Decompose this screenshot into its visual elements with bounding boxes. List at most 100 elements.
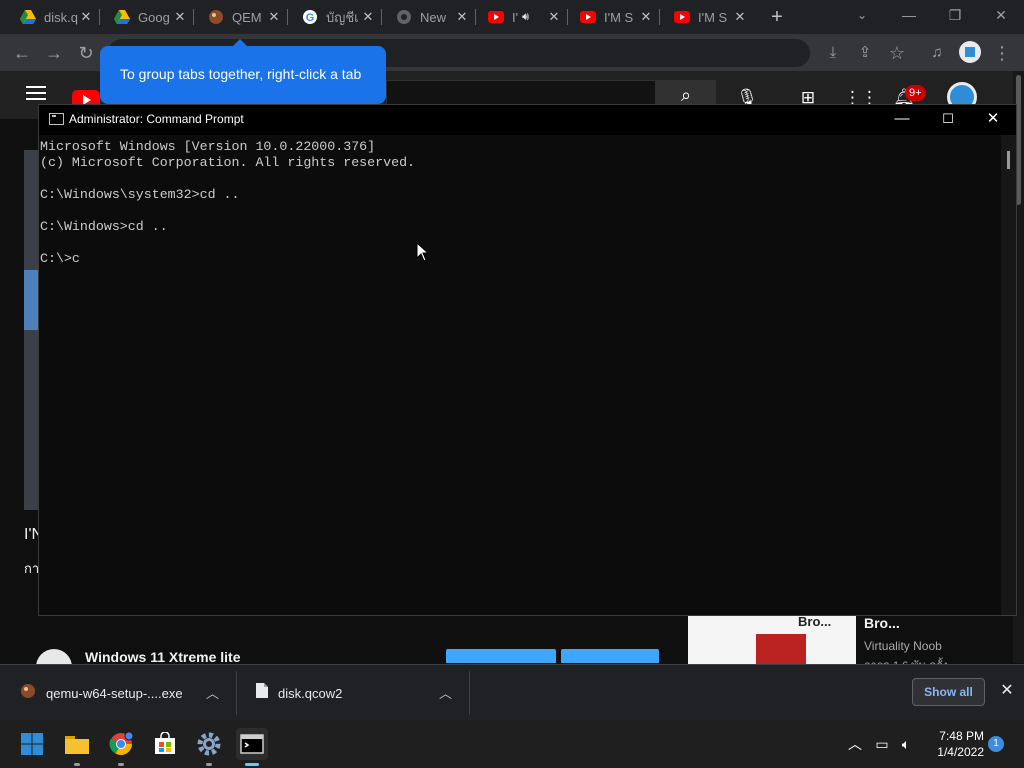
show-all-downloads-button[interactable]: Show all (912, 678, 985, 706)
speaker-icon[interactable]: 🔊︎ (522, 11, 529, 24)
recommended-video-meta: การดู 1.6 พัน ครั้ง (864, 656, 948, 664)
console-line: C:\Windows\system32>cd .. (40, 187, 240, 202)
minimize-icon[interactable]: — (886, 0, 932, 34)
youtube-icon (674, 9, 690, 25)
chevron-up-icon[interactable]: ︿ (439, 683, 452, 702)
clock-date: 1/4/2022 (937, 745, 984, 759)
terminal-icon[interactable] (236, 728, 268, 766)
tab-search-icon[interactable]: ⌄ (852, 8, 872, 26)
thumbnail-figure (756, 634, 806, 664)
console-icon (49, 113, 64, 125)
recommended-channel-name[interactable]: Virtuality Noob (864, 639, 942, 653)
settings-icon[interactable] (193, 728, 225, 766)
bookmark-star-icon[interactable]: ☆ (885, 41, 909, 65)
start-icon[interactable] (16, 728, 48, 760)
tab-title: I'M S (604, 9, 634, 25)
cmd-title-bar[interactable]: Administrator: Command Prompt — ☐ ✕ (39, 105, 1016, 135)
download-separator (469, 671, 470, 715)
share-icon[interactable]: ⇪ (853, 41, 877, 65)
chrome-icon[interactable] (105, 728, 137, 766)
running-indicator (118, 763, 124, 766)
tab-disk[interactable]: disk.q ✕ (0, 0, 100, 34)
console-line: Microsoft Windows [Version 10.0.22000.37… (40, 139, 376, 154)
tab-google-account[interactable]: G บัญชีเ ✕ (282, 0, 382, 34)
tab-youtube-2[interactable]: I'M S ✕ (560, 0, 660, 34)
channel-name[interactable]: Windows 11 Xtreme lite (85, 649, 240, 665)
thumbnail-text: Bro... (798, 614, 832, 629)
taskbar (0, 720, 1024, 768)
tab-title: QEM (232, 9, 262, 25)
cmd-minimize-icon[interactable]: — (879, 105, 925, 135)
download-filename: disk.qcow2 (278, 685, 343, 701)
store-icon[interactable] (149, 728, 181, 760)
qemu-icon (208, 9, 224, 25)
video-meta-fragment: กา (24, 561, 40, 576)
close-window-icon[interactable]: ✕ (978, 0, 1024, 34)
cmd-window-title: Administrator: Command Prompt (69, 112, 244, 126)
tab-title: I'M S (698, 9, 728, 25)
hamburger-menu-icon[interactable] (26, 86, 46, 100)
tab-google-drive[interactable]: Goog ✕ (94, 0, 194, 34)
google-icon: G (302, 9, 318, 25)
close-icon[interactable]: ✕ (732, 9, 748, 25)
volume-icon[interactable]: 🔈︎ (896, 734, 916, 754)
chrome-icon (396, 9, 412, 25)
close-icon[interactable]: ✕ (266, 9, 282, 25)
file-explorer-icon[interactable] (61, 728, 93, 766)
mouse-cursor-icon (416, 242, 430, 262)
close-icon[interactable]: ✕ (360, 9, 376, 25)
reload-icon[interactable]: ↻ (74, 41, 98, 65)
notification-badge: 9+ (905, 85, 926, 101)
media-controls-icon[interactable]: ♫ (925, 41, 949, 65)
restore-icon[interactable]: ❐ (932, 0, 978, 34)
cmd-maximize-icon[interactable]: ☐ (925, 105, 971, 135)
tab-new-tab[interactable]: New ✕ (376, 0, 476, 34)
tab-youtube-playing[interactable]: I' 🔊︎ ✕ (468, 0, 568, 34)
tab-qemu[interactable]: QEM ✕ (188, 0, 288, 34)
screen: disk.q ✕ Goog ✕ QEM ✕ G บัญชีเ ✕ New ✕ I… (0, 0, 1024, 768)
console-line: (c) Microsoft Corporation. All rights re… (40, 155, 416, 170)
running-indicator (206, 763, 212, 766)
forward-icon[interactable]: → (42, 41, 66, 65)
tab-title: disk.q (44, 9, 78, 25)
close-icon[interactable]: ✕ (172, 9, 188, 25)
system-clock[interactable]: 7:48 PM 1/4/2022 (930, 728, 984, 760)
cmd-close-icon[interactable]: ✕ (970, 105, 1016, 135)
command-prompt-window[interactable]: Administrator: Command Prompt — ☐ ✕ Micr… (38, 104, 1017, 616)
console-line: C:\>c (40, 251, 80, 266)
downloads-bar: qemu-w64-setup-....exe ︿ disk.qcow2 ︿ Sh… (0, 664, 1024, 720)
download-filename: qemu-w64-setup-....exe (46, 685, 183, 701)
download-separator (236, 671, 237, 715)
close-downloads-icon[interactable]: ✕ (997, 681, 1017, 701)
network-icon[interactable]: ▭ (872, 734, 892, 754)
close-icon[interactable]: ✕ (78, 9, 94, 25)
chevron-up-tray-icon[interactable]: ︿ (845, 734, 865, 754)
qemu-icon (20, 683, 36, 704)
recommended-video-thumbnail[interactable]: Bro... (688, 614, 856, 664)
join-button[interactable] (446, 649, 556, 663)
notification-count-badge[interactable]: 1 (988, 736, 1004, 752)
tab-title: New (420, 9, 447, 25)
download-item-qemu[interactable]: qemu-w64-setup-....exe (20, 665, 183, 721)
menu-kebab-icon[interactable]: ⋮ (990, 41, 1014, 65)
google-drive-icon (114, 9, 130, 25)
recommended-video-title[interactable]: Bro... (864, 615, 900, 631)
cmd-scrollbar[interactable] (1001, 135, 1016, 615)
youtube-icon (580, 9, 596, 25)
download-item-disk[interactable]: disk.qcow2 (256, 665, 342, 721)
chevron-up-icon[interactable]: ︿ (206, 683, 219, 702)
profile-avatar[interactable] (959, 41, 981, 63)
new-tab-button[interactable]: + (766, 6, 788, 28)
install-app-icon[interactable]: ⤓ (821, 41, 845, 65)
back-icon[interactable]: ← (10, 41, 34, 65)
subscribe-button[interactable] (561, 649, 659, 663)
close-icon[interactable]: ✕ (638, 9, 654, 25)
console-line: C:\Windows>cd .. (40, 219, 168, 234)
tab-title: I' (512, 9, 519, 25)
cmd-console-output[interactable]: Microsoft Windows [Version 10.0.22000.37… (39, 135, 1001, 615)
browser-tab-strip: disk.q ✕ Goog ✕ QEM ✕ G บัญชีเ ✕ New ✕ I… (0, 0, 1024, 34)
tab-youtube-3[interactable]: I'M S ✕ (654, 0, 754, 34)
